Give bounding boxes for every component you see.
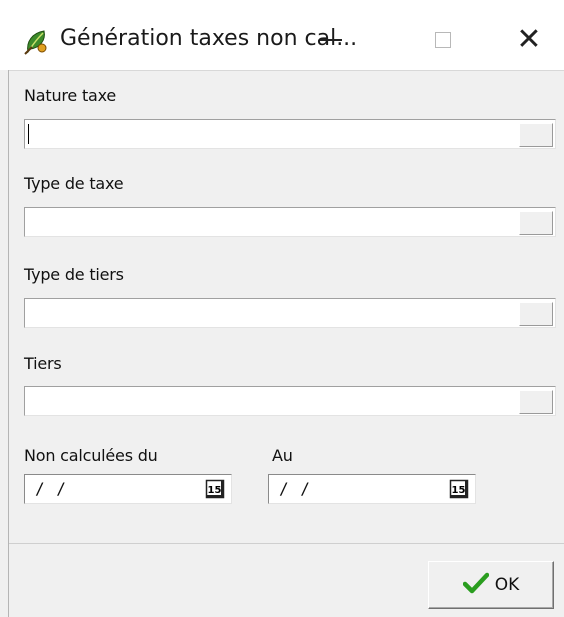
window-left-border: [0, 70, 9, 617]
tiers-input[interactable]: [24, 386, 556, 416]
nature-taxe-input[interactable]: [24, 119, 556, 149]
date-from-input[interactable]: / / 15: [24, 474, 232, 504]
date-from-value: / /: [35, 479, 67, 498]
checkmark-icon: [462, 572, 489, 599]
date-from-label: Non calculées du: [24, 446, 158, 465]
type-tiers-label: Type de tiers: [24, 265, 124, 284]
date-to-value: / /: [279, 479, 311, 498]
svg-text:15: 15: [452, 485, 466, 496]
tiers-label: Tiers: [24, 354, 62, 373]
date-to-input[interactable]: / / 15: [268, 474, 476, 504]
tiers-dropdown-button[interactable]: [519, 390, 553, 414]
type-taxe-dropdown-button[interactable]: [519, 211, 553, 235]
type-tiers-dropdown-button[interactable]: [519, 302, 553, 326]
type-taxe-label: Type de taxe: [24, 174, 124, 193]
ok-button[interactable]: OK: [428, 561, 554, 609]
close-button[interactable]: ✕: [494, 12, 564, 68]
footer-separator: [9, 543, 564, 544]
close-icon: ✕: [516, 22, 542, 57]
ok-button-label: OK: [494, 575, 520, 595]
minimize-button[interactable]: [296, 12, 366, 68]
calendar-icon[interactable]: 15: [449, 479, 469, 499]
dialog-window: Génération taxes non cal... ✕ Nature tax…: [0, 0, 564, 617]
nature-taxe-label: Nature taxe: [24, 86, 117, 105]
type-tiers-input[interactable]: [24, 298, 556, 328]
calendar-icon[interactable]: 15: [205, 479, 225, 499]
title-bar[interactable]: Génération taxes non cal... ✕: [0, 6, 564, 71]
minimize-icon: [320, 39, 342, 41]
nature-taxe-dropdown-button[interactable]: [519, 123, 553, 147]
type-taxe-input[interactable]: [24, 207, 556, 237]
svg-text:15: 15: [208, 485, 222, 496]
text-caret: [28, 124, 29, 144]
maximize-button[interactable]: [408, 12, 478, 68]
date-to-label: Au: [272, 446, 293, 465]
maximize-icon: [435, 32, 451, 48]
app-leaf-icon: [22, 28, 50, 56]
